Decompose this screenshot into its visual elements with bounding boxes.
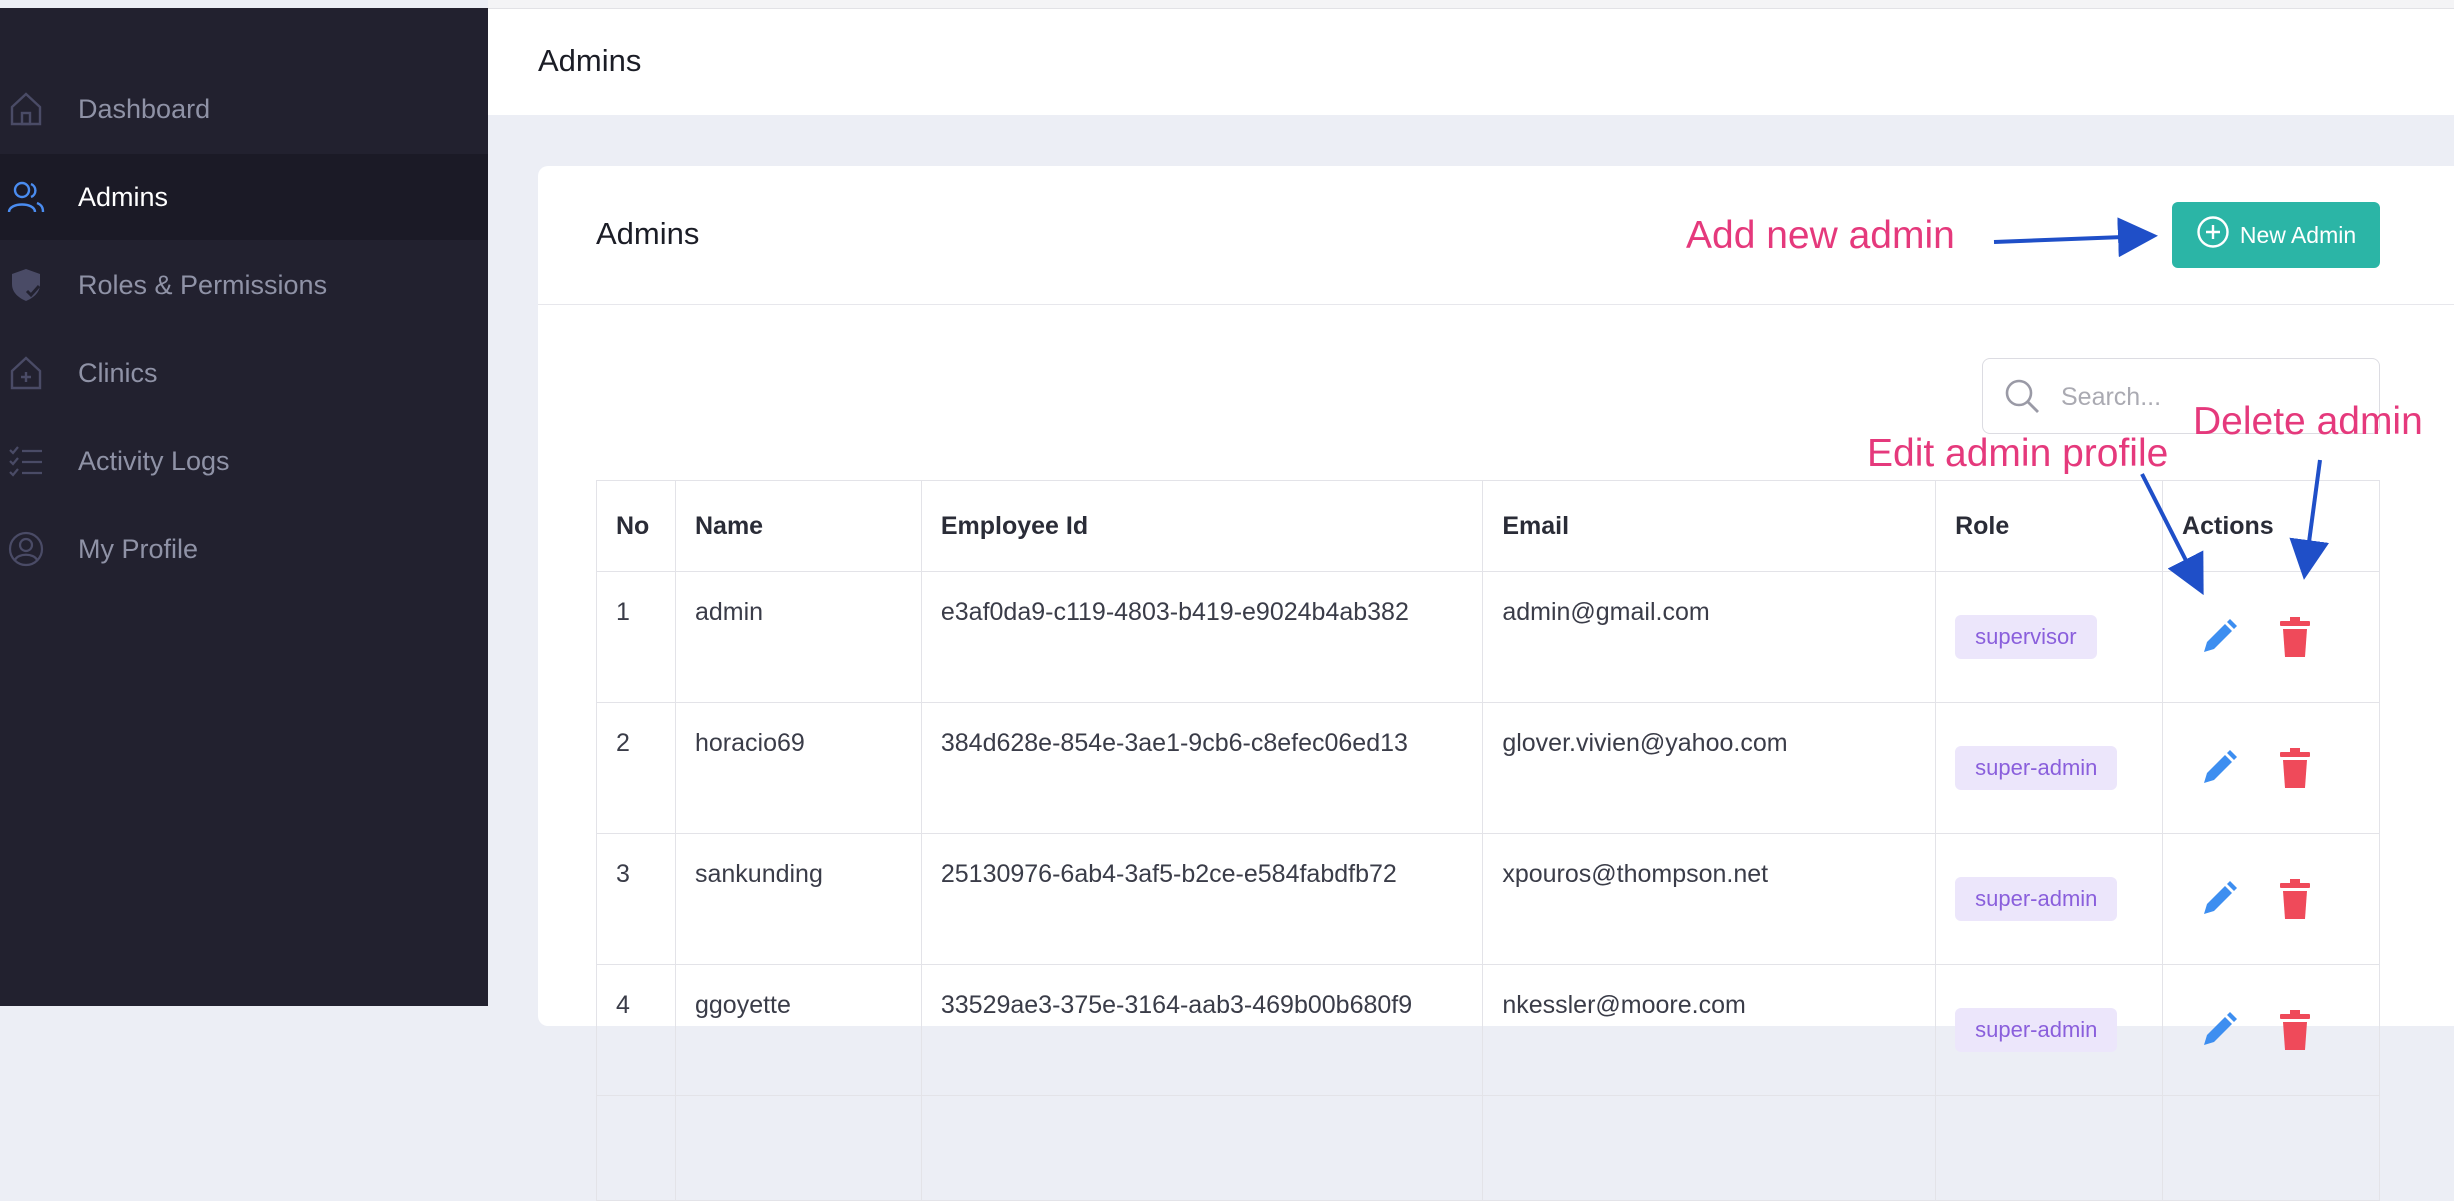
sidebar-item-my-profile[interactable]: My Profile (0, 506, 488, 592)
cell-role: super-admin (1935, 702, 2164, 834)
sidebar-item-admins[interactable]: Admins (0, 154, 488, 240)
cell-role: super-admin (1935, 833, 2164, 965)
column-header-actions: Actions (2162, 480, 2380, 572)
cell-email: nkessler@moore.com (1482, 964, 1937, 1096)
delete-icon[interactable] (2280, 617, 2311, 657)
table-header-row: No Name Employee Id Email Role Actions (596, 480, 2380, 572)
column-header-name: Name (674, 480, 922, 572)
cell-actions (2162, 964, 2380, 1096)
clinic-icon (6, 353, 46, 393)
sidebar-item-label: Activity Logs (78, 445, 230, 476)
new-admin-button[interactable]: New Admin (2172, 202, 2380, 268)
cell-employee-id: 33529ae3-375e-3164-aab3-469b00b680f9 (920, 964, 1484, 1096)
shield-icon (6, 265, 46, 305)
cell-email: xpouros@thompson.net (1482, 833, 1937, 965)
sidebar-item-label: My Profile (78, 533, 199, 564)
role-badge: supervisor (1955, 615, 2097, 659)
cell-role: supervisor (1935, 571, 2164, 703)
cell-name: admin (674, 571, 922, 703)
cell-actions (2162, 702, 2380, 834)
cell-actions (2162, 833, 2380, 965)
table-row: 3 sankunding 25130976-6ab4-3af5-b2ce-e58… (596, 833, 2380, 965)
users-icon (6, 177, 46, 217)
sidebar-item-label: Clinics (78, 357, 158, 388)
sidebar-item-activity-logs[interactable]: Activity Logs (0, 418, 488, 504)
table-row: 1 admin e3af0da9-c119-4803-b419-e9024b4a… (596, 571, 2380, 703)
role-badge: super-admin (1955, 877, 2118, 921)
edit-icon[interactable] (2200, 618, 2238, 656)
column-header-employee-id: Employee Id (920, 480, 1484, 572)
delete-icon[interactable] (2280, 1010, 2311, 1050)
profile-icon (6, 529, 46, 569)
cell-employee-id: e3af0da9-c119-4803-b419-e9024b4ab382 (920, 571, 1484, 703)
cell-no: 4 (596, 964, 676, 1096)
cell-actions (2162, 571, 2380, 703)
column-header-role: Role (1935, 480, 2164, 572)
new-admin-label: New Admin (2239, 221, 2357, 248)
admins-table: No Name Employee Id Email Role Actions 1… (596, 480, 2380, 1201)
cell-name: ggoyette (674, 964, 922, 1096)
annotation-delete-admin: Delete admin (2193, 400, 2423, 443)
sidebar-item-clinics[interactable]: Clinics (0, 330, 488, 416)
search-icon (2003, 377, 2041, 420)
list-icon (6, 441, 46, 481)
cell-email: admin@gmail.com (1482, 571, 1937, 703)
role-badge: super-admin (1955, 1008, 2118, 1052)
delete-icon[interactable] (2280, 748, 2311, 788)
cell-name: horacio69 (674, 702, 922, 834)
plus-circle-icon (2196, 215, 2230, 255)
table-row-partial (596, 1095, 2380, 1201)
table-row: 2 horacio69 384d628e-854e-3ae1-9cb6-c8ef… (596, 702, 2380, 834)
sidebar-item-label: Dashboard (78, 93, 211, 124)
cell-name: sankunding (674, 833, 922, 965)
column-header-no: No (596, 480, 676, 572)
sidebar-item-label: Admins (78, 181, 169, 212)
cell-no: 2 (596, 702, 676, 834)
header: Admins (488, 9, 2454, 115)
cell-role: super-admin (1935, 964, 2164, 1096)
page-title: Admins (538, 43, 642, 78)
cell-employee-id: 25130976-6ab4-3af5-b2ce-e584fabdfb72 (920, 833, 1484, 965)
top-strip (488, 0, 2454, 9)
column-header-email: Email (1482, 480, 1937, 572)
edit-icon[interactable] (2200, 749, 2238, 787)
cell-email: glover.vivien@yahoo.com (1482, 702, 1937, 834)
role-badge: super-admin (1955, 746, 2118, 790)
annotation-add-new-admin: Add new admin (1686, 214, 1955, 257)
cell-no: 1 (596, 571, 676, 703)
cell-employee-id: 384d628e-854e-3ae1-9cb6-c8efec06ed13 (920, 702, 1484, 834)
card-header: Admins New Admin (538, 166, 2454, 305)
cell-no: 3 (596, 833, 676, 965)
sidebar-item-roles-permissions[interactable]: Roles & Permissions (0, 242, 488, 328)
sidebar-item-label: Roles & Permissions (78, 269, 328, 300)
card-title: Admins (596, 216, 700, 251)
table-row: 4 ggoyette 33529ae3-375e-3164-aab3-469b0… (596, 964, 2380, 1096)
edit-icon[interactable] (2200, 880, 2238, 918)
sidebar-item-dashboard[interactable]: Dashboard (0, 66, 488, 152)
edit-icon[interactable] (2200, 1011, 2238, 1049)
home-icon (6, 89, 46, 129)
delete-icon[interactable] (2280, 879, 2311, 919)
admins-card: Admins New Admin No Name Employee Id Ema… (538, 166, 2454, 1201)
annotation-edit-admin-profile: Edit admin profile (1867, 432, 2169, 475)
sidebar: Dashboard Admins Roles & Permissions Cli… (0, 8, 488, 1006)
